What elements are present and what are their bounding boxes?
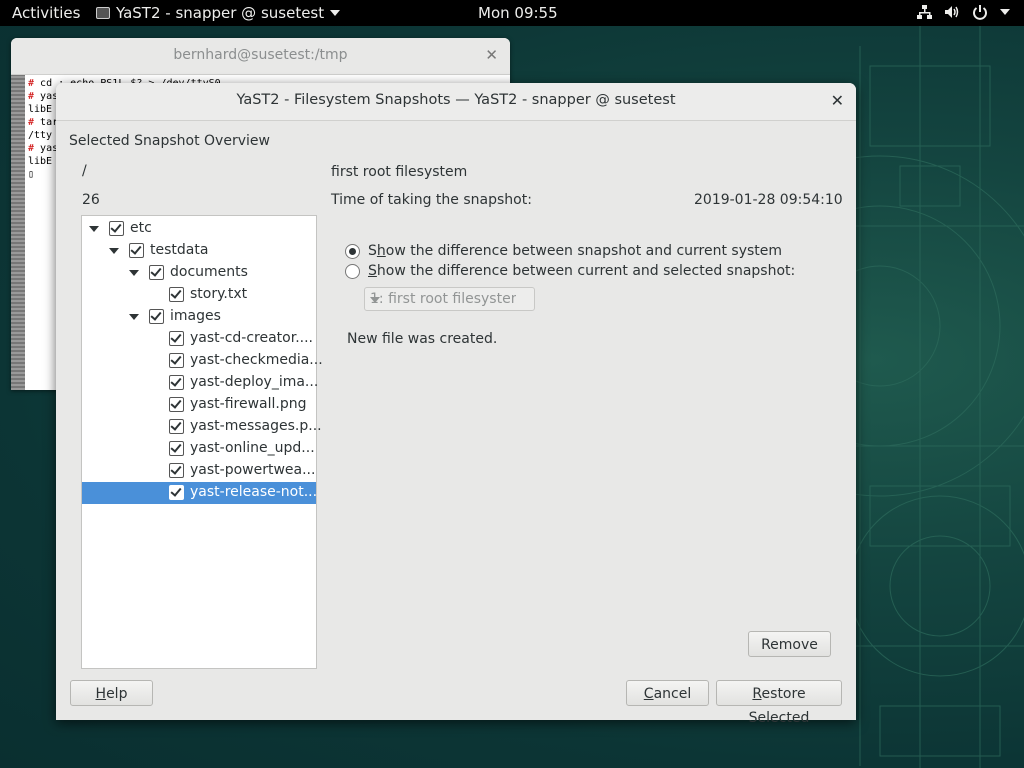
snapshot-description: first root filesystem	[331, 164, 468, 180]
tree-item-checkbox[interactable]	[169, 419, 184, 434]
tree-item-checkbox[interactable]	[169, 397, 184, 412]
tree-item-label: yast-cd-creator....	[190, 330, 313, 346]
overview-heading: Selected Snapshot Overview	[69, 133, 270, 149]
remove-button[interactable]: Remove	[748, 631, 831, 657]
tree-item[interactable]: yast-messages.p...	[82, 416, 322, 438]
terminal-title: bernhard@susetest:/tmp	[173, 47, 348, 63]
cancel-button[interactable]: Cancel	[626, 680, 709, 706]
tree-item-label: images	[170, 308, 221, 324]
radio-current-vs-selected[interactable]: Show the difference between current and …	[345, 263, 805, 281]
tree-item-checkbox[interactable]	[129, 243, 144, 258]
tree-item[interactable]: images	[82, 306, 316, 328]
tree-item[interactable]: etc	[82, 218, 316, 240]
path-label: /	[82, 163, 87, 179]
tree-item-label: yast-release-not...	[190, 484, 318, 500]
tree-item[interactable]: yast-release-not...	[82, 482, 318, 504]
expander-down-icon[interactable]	[129, 314, 139, 320]
time-label: Time of taking the snapshot:	[331, 192, 532, 208]
expander-down-icon[interactable]	[109, 248, 119, 254]
tree-item-label: yast-checkmedia...	[190, 352, 323, 368]
activities-button[interactable]: Activities	[12, 4, 80, 22]
snapshot-number: 26	[82, 192, 100, 208]
chevron-down-icon	[370, 297, 380, 303]
app-menu-label: YaST2 - snapper @ susetest	[116, 4, 325, 22]
power-icon	[973, 5, 987, 20]
tree-item-label: documents	[170, 264, 248, 280]
tree-item-checkbox[interactable]	[109, 221, 124, 236]
radio-snapshot-vs-current[interactable]: Show the difference between snapshot and…	[345, 243, 805, 261]
tree-item[interactable]: yast-deploy_ima...	[82, 372, 319, 394]
tree-item-checkbox[interactable]	[169, 353, 184, 368]
tree-item-label: yast-powertwea...	[190, 462, 316, 478]
terminal-scrollbar[interactable]	[11, 75, 25, 390]
tree-item[interactable]: yast-cd-creator....	[82, 328, 316, 350]
close-icon[interactable]: ✕	[831, 91, 844, 110]
tree-item-label: testdata	[150, 242, 209, 258]
tree-item[interactable]: testdata	[82, 240, 316, 262]
chevron-down-icon	[330, 10, 341, 16]
expander-down-icon[interactable]	[89, 226, 99, 232]
tree-item[interactable]: yast-online_upd...	[82, 438, 316, 460]
tree-item-checkbox[interactable]	[169, 441, 184, 456]
tree-item[interactable]: yast-firewall.png	[82, 394, 316, 416]
dialog-title: YaST2 - Filesystem Snapshots — YaST2 - s…	[236, 92, 676, 108]
tree-item[interactable]: yast-checkmedia...	[82, 350, 323, 372]
app-menu[interactable]: YaST2 - snapper @ susetest	[96, 4, 341, 22]
tree-item-label: etc	[130, 220, 152, 236]
radio-button[interactable]	[345, 244, 360, 259]
tree-item[interactable]: story.txt	[82, 284, 316, 306]
help-button[interactable]: Help	[70, 680, 153, 706]
system-tray[interactable]	[916, 4, 1010, 20]
expander-down-icon[interactable]	[129, 270, 139, 276]
status-message: New file was created.	[347, 331, 498, 347]
radio-label: Show the difference between snapshot and…	[368, 243, 783, 259]
tree-item-checkbox[interactable]	[169, 485, 184, 500]
app-icon	[96, 7, 110, 19]
volume-icon	[945, 6, 959, 18]
top-bar: Activities YaST2 - snapper @ susetest Mo…	[0, 0, 1024, 26]
dialog-titlebar[interactable]: YaST2 - Filesystem Snapshots — YaST2 - s…	[56, 83, 856, 121]
chevron-down-icon	[1000, 9, 1010, 15]
tree-item-label: story.txt	[190, 286, 248, 302]
tree-item[interactable]: yast-powertwea...	[82, 460, 316, 482]
tree-item-label: yast-messages.p...	[190, 418, 322, 434]
snapshot-select[interactable]: 1: first root filesystem	[364, 287, 535, 311]
snapshots-dialog: YaST2 - Filesystem Snapshots — YaST2 - s…	[56, 83, 856, 726]
clock[interactable]: Mon 09:55	[478, 4, 558, 22]
tree-item-label: yast-deploy_ima...	[190, 374, 319, 390]
tree-item-checkbox[interactable]	[169, 331, 184, 346]
tree-item[interactable]: documents	[82, 262, 316, 284]
tree-item-checkbox[interactable]	[149, 265, 164, 280]
tree-item-checkbox[interactable]	[169, 375, 184, 390]
file-tree[interactable]: etc testdata documents story.txt images yast-…	[81, 215, 323, 669]
network-icon	[917, 5, 932, 19]
tree-item-label: yast-firewall.png	[190, 396, 307, 412]
tree-item-checkbox[interactable]	[149, 309, 164, 324]
close-icon[interactable]: ✕	[485, 46, 498, 64]
restore-selected-button[interactable]: Restore Selected	[716, 680, 842, 726]
terminal-titlebar[interactable]: bernhard@susetest:/tmp ✕	[11, 38, 510, 75]
radio-label: Show the difference between current and …	[368, 263, 796, 279]
tree-item-checkbox[interactable]	[169, 463, 184, 478]
tree-item-label: yast-online_upd...	[190, 440, 315, 456]
tree-item-checkbox[interactable]	[169, 287, 184, 302]
radio-button[interactable]	[345, 264, 360, 279]
snapshot-select-value: 1: first root filesystem	[370, 291, 516, 307]
time-value: 2019-01-28 09:54:10	[694, 192, 843, 208]
